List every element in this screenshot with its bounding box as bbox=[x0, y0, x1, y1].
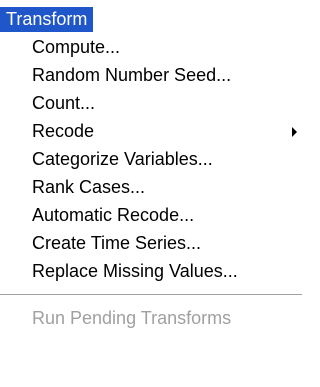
screen: Transform Compute... Random Number Seed.… bbox=[0, 0, 311, 387]
menu-list: Compute... Random Number Seed... Count..… bbox=[0, 32, 302, 332]
menu-item-label: Run Pending Transforms bbox=[32, 308, 232, 328]
menu-item-label: Replace Missing Values... bbox=[32, 261, 238, 281]
menu-item-run-pending-transforms: Run Pending Transforms bbox=[0, 304, 302, 332]
menu-separator bbox=[0, 294, 302, 296]
menu-item-categorize-variables[interactable]: Categorize Variables... bbox=[0, 145, 302, 173]
menu-item-label: Create Time Series... bbox=[32, 233, 202, 253]
menu-item-label: Random Number Seed... bbox=[32, 65, 232, 85]
transform-dropdown-menu: Compute... Random Number Seed... Count..… bbox=[0, 32, 302, 382]
submenu-arrow-icon bbox=[292, 127, 297, 137]
menu-item-automatic-recode[interactable]: Automatic Recode... bbox=[0, 201, 302, 229]
menu-item-label: Compute... bbox=[32, 37, 121, 57]
menu-item-recode[interactable]: Recode bbox=[0, 117, 302, 145]
menu-item-compute[interactable]: Compute... bbox=[0, 33, 302, 61]
menu-title-transform[interactable]: Transform bbox=[0, 7, 94, 32]
menu-item-random-number-seed[interactable]: Random Number Seed... bbox=[0, 61, 302, 89]
menu-item-label: Automatic Recode... bbox=[32, 205, 195, 225]
menu-item-count[interactable]: Count... bbox=[0, 89, 302, 117]
menu-item-label: Categorize Variables... bbox=[32, 149, 213, 169]
menu-item-rank-cases[interactable]: Rank Cases... bbox=[0, 173, 302, 201]
menu-item-create-time-series[interactable]: Create Time Series... bbox=[0, 229, 302, 257]
menu-item-label: Count... bbox=[32, 93, 96, 113]
menu-item-label: Rank Cases... bbox=[32, 177, 146, 197]
menu-item-replace-missing-values[interactable]: Replace Missing Values... bbox=[0, 257, 302, 285]
menu-item-label: Recode bbox=[32, 121, 95, 141]
